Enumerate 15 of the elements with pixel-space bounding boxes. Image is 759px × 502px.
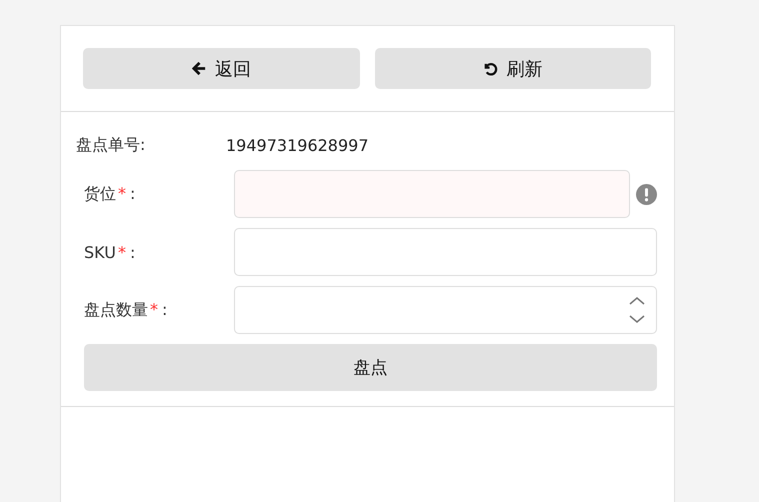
- spinner-icon[interactable]: [628, 295, 646, 325]
- order-number: 19497319628997: [226, 136, 369, 154]
- number-field[interactable]: [234, 286, 657, 334]
- input-field[interactable]: [234, 170, 630, 218]
- refresh-icon: [483, 61, 498, 76]
- field-label: 货位* :: [84, 184, 136, 204]
- field-label: SKU* :: [84, 242, 136, 262]
- field-label: 盘点数量* :: [84, 300, 168, 320]
- input-field[interactable]: [234, 228, 657, 276]
- arrow-left-icon: [192, 61, 207, 76]
- field-label: 盘点单号:: [76, 134, 146, 156]
- back-button[interactable]: 返回: [83, 48, 360, 89]
- submit-button[interactable]: 盘点: [84, 344, 657, 391]
- refresh-button[interactable]: 刷新: [374, 48, 651, 89]
- warning-icon: [636, 184, 657, 204]
